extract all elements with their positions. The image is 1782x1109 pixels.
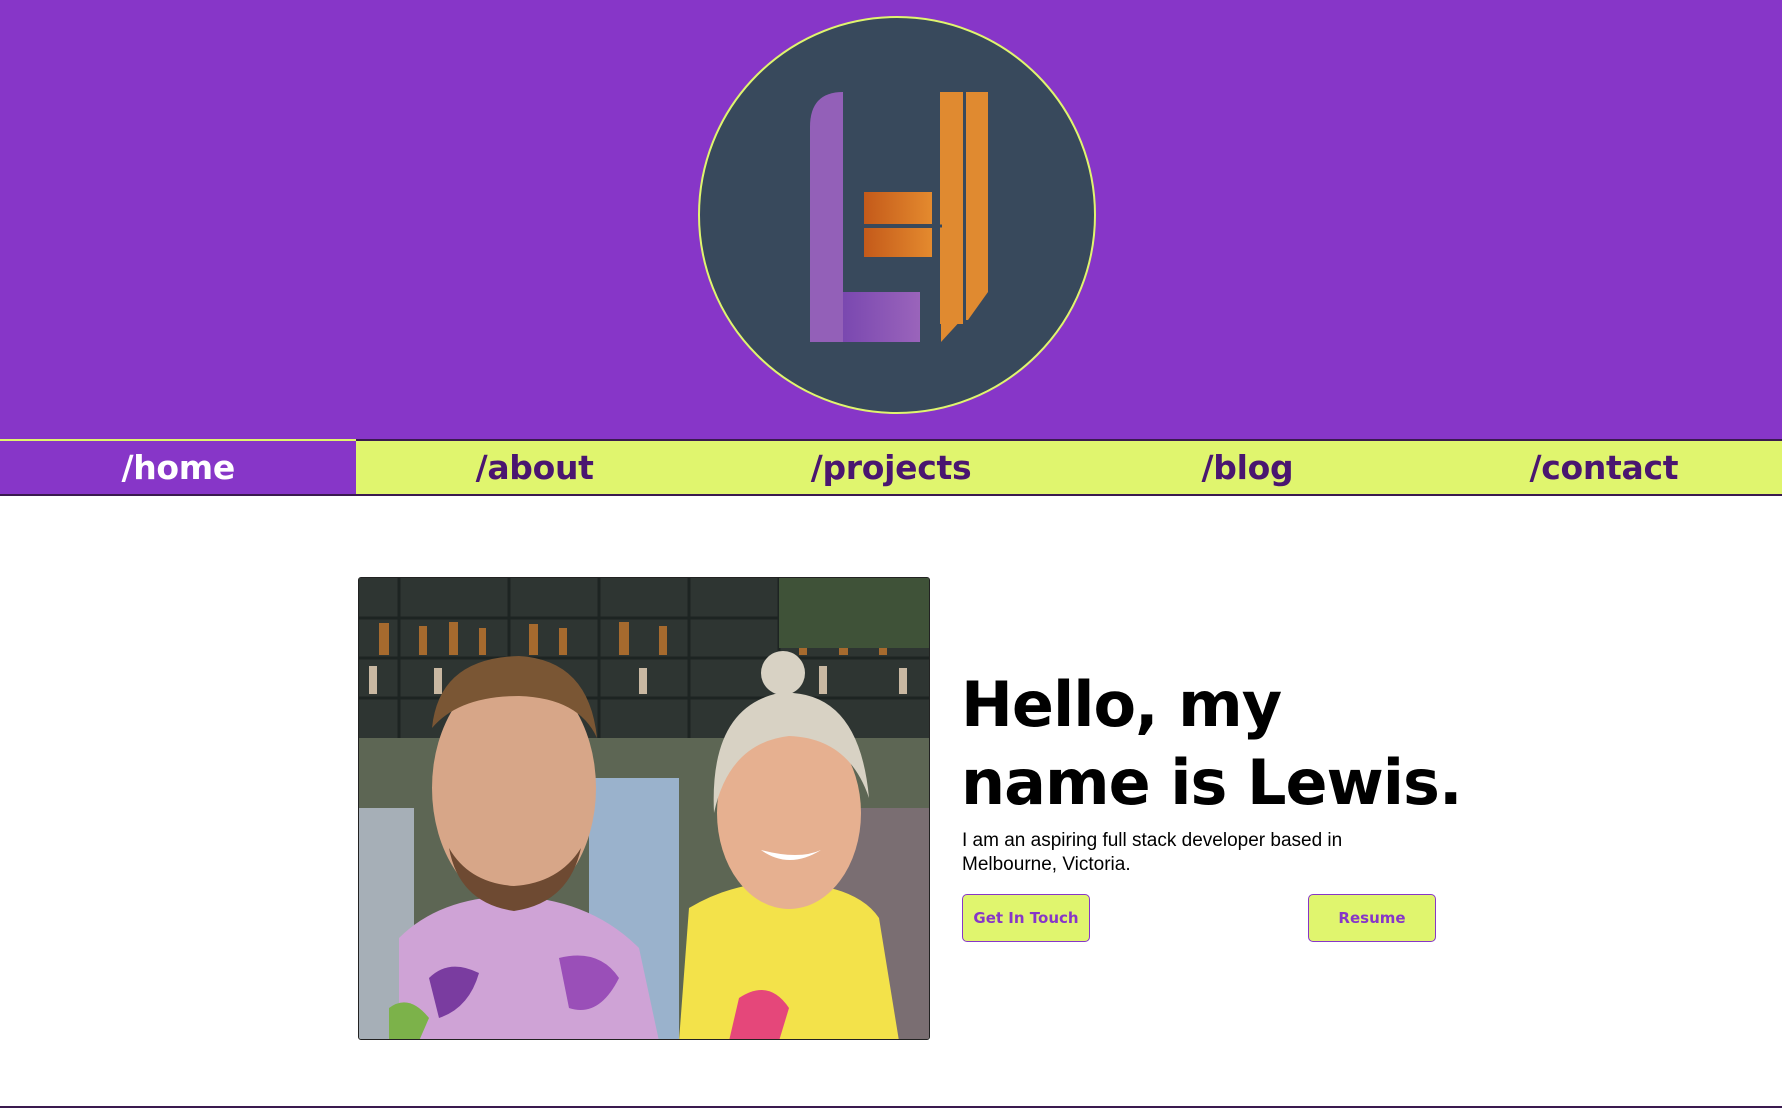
site-header: [0, 0, 1782, 439]
logo[interactable]: [698, 16, 1096, 414]
nav-item-blog[interactable]: /blog: [1069, 441, 1425, 494]
nav-item-projects[interactable]: /projects: [713, 441, 1069, 494]
nav-item-contact[interactable]: /contact: [1426, 441, 1782, 494]
nav-item-about[interactable]: /about: [356, 441, 712, 494]
monogram-h-logo-icon: [810, 92, 988, 342]
main-nav: /home /about /projects /blog /contact: [0, 439, 1782, 496]
profile-photo: [358, 577, 930, 1040]
nav-item-home[interactable]: /home: [0, 439, 357, 494]
get-in-touch-button[interactable]: Get In Touch: [962, 894, 1090, 942]
hero-description: I am an aspiring full stack developer ba…: [962, 830, 1343, 875]
hero-section: Hello, my name is Lewis. I am an aspirin…: [0, 496, 1782, 1109]
profile-photo-icon: [359, 578, 929, 1039]
resume-button[interactable]: Resume: [1308, 894, 1436, 942]
hero-title: Hello, my name is Lewis.: [961, 668, 1463, 819]
footer-divider: [0, 1106, 1782, 1108]
